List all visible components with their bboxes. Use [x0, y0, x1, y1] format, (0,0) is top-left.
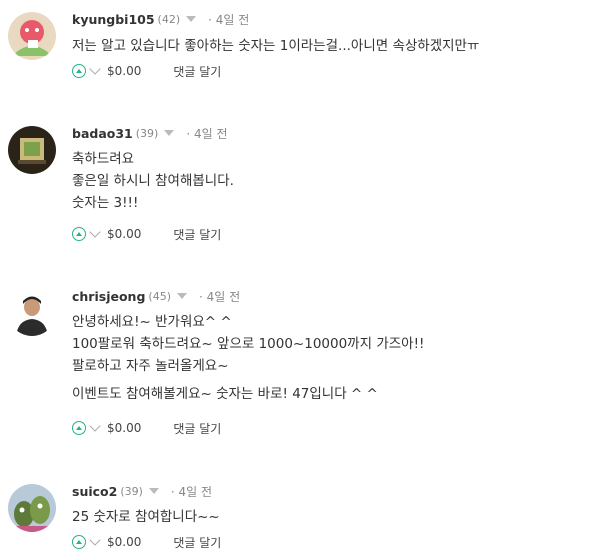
comment-meta: chrisjeong (45) · 4일 전 [72, 286, 240, 306]
upvote-icon[interactable] [72, 64, 86, 78]
reputation: (42) [157, 12, 181, 26]
avatar[interactable] [8, 126, 56, 174]
reply-link[interactable]: 댓글 달기 [173, 534, 221, 551]
payout-value[interactable]: $0.00 [107, 421, 141, 435]
avatar-image [8, 126, 56, 174]
comment-actions: $0.00 댓글 달기 [72, 418, 221, 438]
upvote-icon[interactable] [72, 535, 86, 549]
comment-line: 숫자는 3!!! [72, 195, 139, 211]
comment-line: 25 숫자로 참여합니다~~ [72, 509, 220, 525]
comment-line: 안녕하세요!~ 반가워요^ ^ [72, 314, 232, 330]
avatar-image [8, 484, 56, 532]
comment-meta: badao31 (39) · 4일 전 [72, 123, 228, 143]
reputation: (39) [120, 484, 143, 498]
username[interactable]: suico2 [72, 484, 117, 499]
comment-line: 축하드려요 [72, 151, 135, 167]
payout-value[interactable]: $0.00 [107, 227, 141, 241]
username[interactable]: badao31 [72, 126, 133, 141]
dropdown-caret-icon[interactable] [177, 293, 187, 299]
username[interactable]: kyungbi105 [72, 12, 155, 27]
chevron-down-icon[interactable] [89, 533, 101, 546]
payout-value[interactable]: $0.00 [107, 64, 141, 78]
reply-link[interactable]: 댓글 달기 [173, 420, 221, 437]
comment-body: 저는 알고 있습니다 좋아하는 숫자는 1이라는걸...아니면 속상하겠지만ㅠ [72, 35, 479, 57]
timestamp[interactable]: · 4일 전 [171, 483, 212, 500]
comment-line: 100팔로워 축하드려요~ 앞으로 1000~10000까지 가즈아!! [72, 336, 425, 352]
comment-body: 25 숫자로 참여합니다~~ [72, 506, 220, 528]
comment-body: 축하드려요 좋은일 하시니 참여해봅니다. 숫자는 3!!! [72, 148, 234, 214]
comment-body: 안녕하세요!~ 반가워요^ ^ 100팔로워 축하드려요~ 앞으로 1000~1… [72, 311, 424, 405]
timestamp[interactable]: · 4일 전 [208, 11, 249, 28]
comment-actions: $0.00 댓글 달기 [72, 224, 221, 244]
avatar-image [8, 12, 56, 60]
chevron-down-icon[interactable] [89, 225, 101, 238]
comment-actions: $0.00 댓글 달기 [72, 532, 221, 552]
dropdown-caret-icon[interactable] [186, 16, 197, 22]
avatar[interactable] [8, 288, 56, 336]
comment-line: 좋은일 하시니 참여해봅니다. [72, 173, 234, 189]
chevron-down-icon[interactable] [89, 419, 101, 432]
reply-link[interactable]: 댓글 달기 [173, 226, 221, 243]
avatar[interactable] [8, 12, 56, 60]
timestamp[interactable]: · 4일 전 [186, 125, 227, 142]
timestamp[interactable]: · 4일 전 [199, 288, 240, 305]
comment-actions: $0.00 댓글 달기 [72, 61, 221, 81]
chevron-down-icon[interactable] [89, 62, 101, 75]
upvote-icon[interactable] [72, 421, 86, 435]
avatar[interactable] [8, 484, 56, 532]
reputation: (39) [135, 126, 159, 140]
dropdown-caret-icon[interactable] [164, 130, 175, 136]
comment-line: 팔로하고 자주 놀러올게요~ [72, 358, 229, 374]
avatar-image [8, 288, 56, 336]
payout-value[interactable]: $0.00 [107, 535, 141, 549]
comment-meta: suico2 (39) · 4일 전 [72, 481, 212, 501]
comment-line: 이벤트도 참여해볼게요~ 숫자는 바로! 47입니다 ^ ^ [72, 386, 378, 402]
reply-link[interactable]: 댓글 달기 [173, 63, 221, 80]
reputation: (45) [148, 289, 171, 303]
upvote-icon[interactable] [72, 227, 86, 241]
username[interactable]: chrisjeong [72, 289, 145, 304]
comment-line: 저는 알고 있습니다 좋아하는 숫자는 1이라는걸...아니면 속상하겠지만ㅠ [72, 38, 480, 54]
dropdown-caret-icon[interactable] [148, 488, 159, 494]
comment-meta: kyungbi105 (42) · 4일 전 [72, 9, 249, 29]
